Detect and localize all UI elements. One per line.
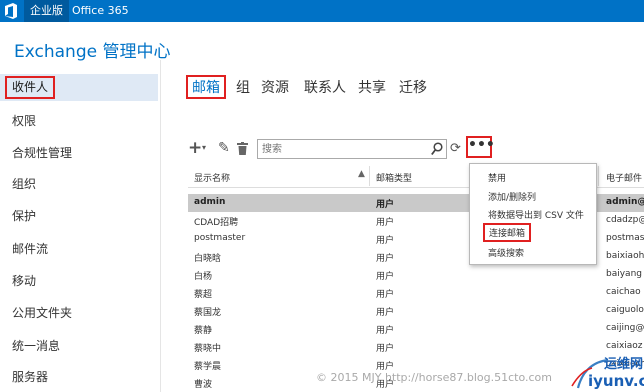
nav-item-unified-messaging[interactable]: 统一消息	[0, 333, 158, 360]
nav-item-mobile[interactable]: 移动	[0, 268, 158, 295]
nav-item-label: 公用文件夹	[12, 306, 73, 320]
nav-item-protection[interactable]: 保护	[0, 203, 158, 230]
iyunv-logo: 运维网 iyunv.com	[571, 356, 644, 390]
edit-icon[interactable]: ✎	[218, 139, 230, 157]
cell-display-name: admin	[194, 197, 226, 207]
cell-email: caixiaoz	[606, 341, 643, 351]
nav-item-mailflow[interactable]: 邮件流	[0, 236, 158, 263]
nav-item-label: 保护	[12, 209, 37, 223]
cell-display-name: 蔡国龙	[194, 308, 222, 318]
refresh-icon[interactable]: ⟳	[450, 141, 461, 156]
column-divider	[369, 166, 370, 186]
tab-office365[interactable]: Office 365	[66, 0, 135, 22]
tab-resources[interactable]: 资源	[261, 77, 289, 97]
tab-enterprise[interactable]: 企业版	[24, 0, 69, 22]
more-options-menu: 禁用 添加/删除列 将数据导出到 CSV 文件 连接邮箱 高级搜索	[469, 163, 597, 265]
nav-item-label: 统一消息	[12, 339, 61, 353]
left-nav: 收件人 权限 合规性管理 组织 保护 邮件流 移动 公用文件夹 统一消息 服务器	[0, 72, 160, 392]
cell-display-name: postmaster	[194, 233, 246, 243]
nav-item-label: 收件人	[5, 76, 56, 99]
cell-email: caiguolo	[606, 305, 644, 315]
search-input[interactable]	[262, 142, 427, 156]
cell-mailbox-type: 用户	[376, 308, 395, 318]
nav-item-permissions[interactable]: 权限	[0, 108, 158, 135]
column-header-mailbox-type[interactable]: 邮箱类型	[376, 171, 412, 184]
column-header-email[interactable]: 电子邮件	[606, 171, 642, 184]
nav-item-compliance[interactable]: 合规性管理	[0, 140, 158, 167]
nav-item-label: 权限	[12, 114, 37, 128]
top-bar: 企业版 Office 365	[0, 0, 644, 22]
menu-item-connect-mailbox[interactable]: 连接邮箱	[483, 223, 532, 242]
add-icon[interactable]: +	[188, 139, 202, 157]
nav-divider	[160, 60, 161, 392]
exchange-admin-center: { "topbar": { "tab_enterprise": "企业版", "…	[0, 0, 644, 392]
nav-item-label: 服务器	[12, 370, 49, 384]
nav-item-organization[interactable]: 组织	[0, 171, 158, 198]
table-row[interactable]: 蔡静 用户 caijing@	[188, 320, 644, 338]
nav-item-servers[interactable]: 服务器	[0, 364, 158, 391]
nav-item-public-folders[interactable]: 公用文件夹	[0, 300, 158, 327]
chevron-down-icon[interactable]: ▾	[202, 139, 206, 157]
cell-display-name: CDAD招聘	[194, 218, 239, 228]
cell-email: postmas	[606, 233, 644, 243]
more-options-button[interactable]: •••	[466, 136, 495, 158]
tab-shared[interactable]: 共享	[358, 77, 386, 97]
column-header-display-name[interactable]: 显示名称	[194, 171, 230, 184]
cell-mailbox-type: 用户	[376, 344, 395, 354]
cell-email: caichao	[606, 287, 641, 297]
nav-item-recipients[interactable]: 收件人	[0, 74, 158, 101]
nav-item-label: 邮件流	[12, 242, 49, 256]
cell-mailbox-type: 用户	[376, 272, 395, 282]
tab-mailboxes[interactable]: 邮箱	[186, 75, 226, 99]
cell-mailbox-type: 用户	[376, 326, 395, 336]
search-field	[257, 139, 447, 159]
cell-display-name: 白杨	[194, 272, 213, 282]
tab-migration[interactable]: 迁移	[399, 77, 427, 97]
table-row[interactable]: 蔡国龙 用户 caiguolo	[188, 302, 644, 320]
tab-groups[interactable]: 组	[236, 77, 250, 97]
delete-icon[interactable]	[237, 142, 248, 155]
page-title: Exchange 管理中心	[14, 42, 171, 62]
cell-display-name: 蔡晓中	[194, 344, 222, 354]
watermark: © 2015 MJY http://horse87.blog.51cto.com	[316, 371, 552, 384]
cell-display-name: 蔡静	[194, 326, 213, 336]
menu-item-export-csv[interactable]: 将数据导出到 CSV 文件	[488, 208, 584, 221]
svg-text:运维网: 运维网	[604, 356, 643, 372]
nav-item-label: 组织	[12, 177, 37, 191]
nav-item-label: 合规性管理	[12, 146, 73, 160]
menu-item-disable[interactable]: 禁用	[488, 171, 506, 184]
menu-item-advanced-search[interactable]: 高级搜索	[488, 246, 524, 259]
table-row[interactable]: 白杨 用户 baiyang	[188, 266, 644, 284]
tab-contacts[interactable]: 联系人	[304, 77, 346, 97]
cell-email: cdadzp@	[606, 215, 644, 225]
cell-mailbox-type: 用户	[376, 290, 395, 300]
menu-item-add-remove-columns[interactable]: 添加/删除列	[488, 190, 536, 203]
cell-email: baixiaoh	[606, 251, 644, 261]
cell-display-name: 蔡超	[194, 290, 213, 300]
cell-display-name: 白晓晗	[194, 254, 222, 264]
office-logo-icon[interactable]	[4, 3, 19, 19]
cell-email: caijing@	[606, 323, 644, 333]
cell-email: admin@x	[606, 197, 644, 207]
svg-text:iyunv.com: iyunv.com	[588, 372, 644, 390]
sort-arrow-icon[interactable]: ▲	[358, 169, 365, 179]
search-icon[interactable]	[431, 142, 443, 156]
cell-email: baiyang	[606, 269, 642, 279]
column-divider	[598, 166, 599, 186]
table-row[interactable]: 蔡超 用户 caichao	[188, 284, 644, 302]
nav-item-label: 移动	[12, 274, 37, 288]
